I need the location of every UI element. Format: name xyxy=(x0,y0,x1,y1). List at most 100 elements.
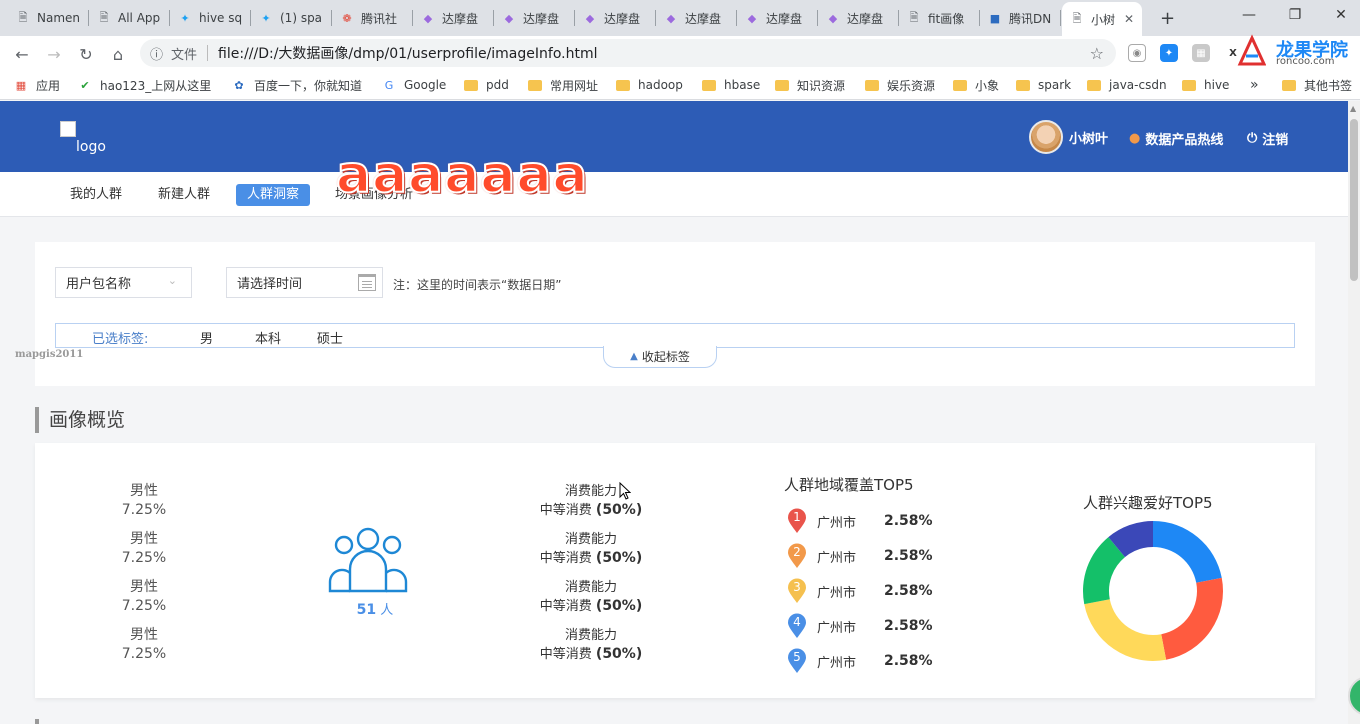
url-text[interactable]: file:///D:/大数据画像/dmp/01/userprofile/imag… xyxy=(218,43,597,63)
gem-icon: ◆ xyxy=(666,11,676,25)
consume-level: 中等消费 xyxy=(539,647,592,662)
address-bar[interactable]: ⓘ 文件 file:///D:/大数据画像/dmp/01/userprofile… xyxy=(140,39,1116,67)
brand-watermark: 龙果学院 roncoo.com xyxy=(1236,30,1356,70)
broken-image-icon xyxy=(60,121,76,137)
page-scrollbar[interactable]: ▲ xyxy=(1348,101,1360,724)
bookmark-item[interactable]: java-csdn xyxy=(1087,76,1167,94)
gender-label: 男性 xyxy=(130,483,158,499)
browser-tab[interactable]: ■ 腾讯DN xyxy=(980,4,1060,32)
bookmark-item[interactable]: ✿ 百度一下，你就知道 xyxy=(232,76,362,94)
browser-tab[interactable]: ◆ 达摩盘 xyxy=(413,4,493,32)
bird-icon: ✦ xyxy=(180,11,190,25)
people-count-unit: 人 xyxy=(380,603,394,618)
map-pin-icon: 3 xyxy=(787,578,807,604)
avatar[interactable] xyxy=(1029,120,1063,154)
calendar-icon[interactable] xyxy=(358,274,376,291)
tab-separator xyxy=(1060,10,1061,26)
map-pin-icon: 1 xyxy=(787,508,807,534)
donut-slice[interactable] xyxy=(1153,521,1222,583)
bookmark-item[interactable]: 知识资源 xyxy=(775,76,845,94)
bookmark-item[interactable]: hbase xyxy=(702,76,760,94)
gender-label: 男性 xyxy=(130,627,158,643)
forward-icon[interactable]: → xyxy=(42,42,66,66)
browser-tab[interactable]: 🗎 fit画像 xyxy=(899,4,979,32)
collapse-tags-button[interactable]: ▲ 收起标签 xyxy=(603,346,717,368)
folder-icon xyxy=(528,79,542,91)
consume-label: 消费能力 xyxy=(564,580,617,595)
tag-item[interactable]: 本科 xyxy=(255,328,281,347)
bookmark-item[interactable]: pdd xyxy=(464,76,509,94)
region-row: 3 广州市 2.58% xyxy=(787,577,1047,605)
donut-slice[interactable] xyxy=(1084,599,1167,661)
bookmark-item[interactable]: spark xyxy=(1016,76,1071,94)
bookmark-item[interactable]: 常用网址 xyxy=(528,76,598,94)
tag-item[interactable]: 男 xyxy=(200,328,213,347)
close-window-icon[interactable]: ✕ xyxy=(1322,0,1360,30)
browser-tab[interactable]: 🗎 Namen xyxy=(8,4,88,32)
logout-button[interactable]: ⏻ 注销 xyxy=(1247,129,1288,148)
bookmark-item[interactable]: hive xyxy=(1182,76,1229,94)
consume-pct: (50%) xyxy=(595,550,643,566)
more-bookmarks-button[interactable]: » xyxy=(1250,76,1259,94)
subnav-item[interactable]: 人群洞察 xyxy=(236,184,311,206)
region-city: 广州市 xyxy=(817,620,857,636)
bookmark-item[interactable]: G Google xyxy=(382,76,447,94)
region-rank: 5 xyxy=(793,650,801,664)
close-tab-icon[interactable]: ✕ xyxy=(1124,12,1134,26)
browser-tab[interactable]: ◆ 达摩盘 xyxy=(818,4,898,32)
package-select[interactable]: 用户包名称 ⌄ xyxy=(55,267,192,298)
consume-pct: (50%) xyxy=(595,598,643,614)
bookmark-item[interactable]: 娱乐资源 xyxy=(865,76,935,94)
bookmark-label: pdd xyxy=(486,78,509,92)
browser-tab[interactable]: ◆ 达摩盘 xyxy=(737,4,817,32)
browser-tab[interactable]: ✦ hive sq xyxy=(170,4,250,32)
back-icon[interactable]: ← xyxy=(10,42,34,66)
browser-tab[interactable]: ◆ 达摩盘 xyxy=(494,4,574,32)
logo[interactable]: logo xyxy=(60,121,106,155)
hotline-link[interactable]: ● 数据产品热线 xyxy=(1129,129,1223,148)
region-pct: 2.58% xyxy=(884,513,933,529)
region-rank: 1 xyxy=(793,510,801,524)
shield-ext-icon[interactable]: ◉ xyxy=(1128,44,1146,62)
gender-stat: 男性 7.25% xyxy=(84,482,204,520)
minimize-icon[interactable]: — xyxy=(1230,0,1268,30)
reload-icon[interactable]: ↻ xyxy=(74,42,98,66)
browser-tab[interactable]: ❁ 腾讯社 xyxy=(332,4,412,32)
subnav-item[interactable]: 新建人群 xyxy=(147,184,221,206)
browser-tab[interactable]: ✦ (1) spa xyxy=(251,4,331,32)
info-icon[interactable]: ⓘ xyxy=(150,44,163,63)
browser-tab[interactable]: 🗎 All App xyxy=(89,4,169,32)
date-picker[interactable]: 请选择时间 xyxy=(226,267,383,298)
user-icon: ● xyxy=(1129,131,1141,146)
page-icon: 🗎 xyxy=(18,10,28,24)
people-group-icon xyxy=(328,527,408,593)
collapse-label: 收起标签 xyxy=(641,350,690,364)
bookmark-item[interactable]: ✔ hao123_上网从这里 xyxy=(78,76,211,94)
new-tab-icon[interactable]: + xyxy=(1152,4,1178,32)
subnav-item[interactable]: 我的人群 xyxy=(59,184,133,206)
tag-item[interactable]: 硕士 xyxy=(317,328,343,347)
page-icon: 🗎 xyxy=(1072,11,1082,25)
browser-tab[interactable]: ◆ 达摩盘 xyxy=(575,4,655,32)
grey-ext-icon[interactable]: ▦ xyxy=(1192,44,1210,62)
restore-icon[interactable]: ❐ xyxy=(1276,0,1314,30)
consume-label: 消费能力 xyxy=(564,628,617,643)
scrollbar-thumb[interactable] xyxy=(1350,119,1358,281)
username[interactable]: 小树叶 xyxy=(1069,128,1108,147)
region-row: 2 广州市 2.58% xyxy=(787,542,1047,570)
star-icon[interactable]: ☆ xyxy=(1090,44,1104,63)
hao-icon: ✔ xyxy=(80,78,90,92)
user-profile[interactable]: 小树叶 xyxy=(1029,120,1108,154)
donut-slice[interactable] xyxy=(1161,577,1223,660)
home-icon[interactable]: ⌂ xyxy=(106,42,130,66)
gender-value: 7.25% xyxy=(121,646,167,662)
browser-tab-active[interactable]: 🗎 小树 ✕ xyxy=(1062,2,1142,36)
scroll-up-icon[interactable]: ▲ xyxy=(1350,104,1356,113)
logout-label: 注销 xyxy=(1262,133,1289,148)
browser-tab[interactable]: ◆ 达摩盘 xyxy=(656,4,736,32)
bookmark-item[interactable]: ▦ 应用 xyxy=(14,76,60,94)
blue-ext-icon[interactable]: ✦ xyxy=(1160,44,1178,62)
bookmark-item[interactable]: hadoop xyxy=(616,76,683,94)
bookmark-item[interactable]: 小象 xyxy=(953,76,999,94)
bookmark-item[interactable]: 其他书签 xyxy=(1282,76,1352,94)
